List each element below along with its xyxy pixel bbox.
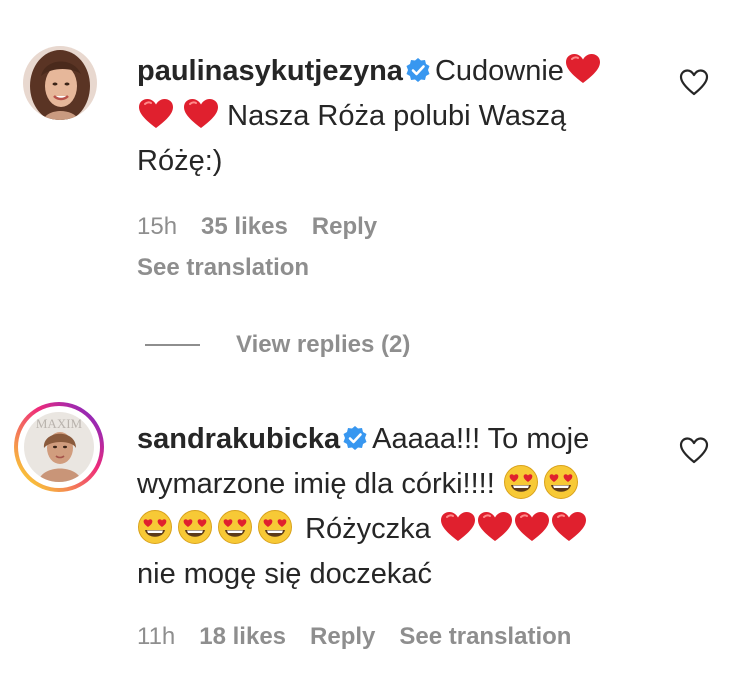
comment-body-part: Różyczka bbox=[305, 513, 431, 545]
avatar: MAXIM bbox=[24, 412, 94, 482]
reply-button[interactable]: Reply bbox=[312, 213, 377, 240]
verified-badge-icon bbox=[342, 425, 368, 451]
verified-badge-icon bbox=[405, 57, 431, 83]
comment-text: sandrakubicka Aaaaa!!! To moje wymarzone … bbox=[137, 417, 657, 597]
comment-body-part: Cudownie bbox=[434, 55, 564, 87]
comment-body-part: Nasza Róża polubi Waszą bbox=[227, 100, 567, 132]
comment-username[interactable]: sandrakubicka bbox=[137, 423, 340, 455]
comment-likes-count[interactable]: 35 likes bbox=[201, 213, 288, 240]
avatar-story-ring[interactable]: MAXIM bbox=[14, 402, 104, 492]
red-heart-emoji bbox=[440, 511, 476, 543]
red-heart-emoji bbox=[183, 98, 219, 130]
red-heart-emoji bbox=[514, 511, 550, 543]
comment-timestamp[interactable]: 15h bbox=[137, 213, 177, 240]
red-heart-emoji bbox=[551, 511, 587, 543]
comment-text: paulinasykutjezyna Cudownie Nasza Róża po… bbox=[137, 49, 657, 184]
heart-eyes-emoji bbox=[257, 509, 293, 545]
heart-eyes-emoji bbox=[543, 464, 579, 500]
heart-eyes-emoji bbox=[503, 464, 539, 500]
comment-body-part: wymarzone imię dla córki!!!! bbox=[137, 468, 495, 500]
red-heart-emoji bbox=[138, 98, 174, 130]
heart-eyes-emoji bbox=[137, 509, 173, 545]
like-heart-icon[interactable] bbox=[679, 68, 709, 98]
heart-eyes-emoji bbox=[177, 509, 213, 545]
comment-meta: 11h 18 likes Reply See translation bbox=[137, 623, 595, 651]
see-translation-link[interactable]: See translation bbox=[137, 254, 309, 282]
svg-text:MAXIM: MAXIM bbox=[36, 416, 83, 431]
red-heart-emoji bbox=[565, 53, 601, 85]
view-replies-button[interactable]: View replies (2) bbox=[236, 331, 410, 359]
avatar[interactable] bbox=[23, 46, 97, 120]
comment-username[interactable]: paulinasykutjezyna bbox=[137, 55, 403, 87]
comment-timestamp[interactable]: 11h bbox=[137, 623, 175, 650]
heart-eyes-emoji bbox=[217, 509, 253, 545]
comment-item: MAXIM sandrakubicka Aaaaa!!! To moje wyma… bbox=[0, 380, 732, 675]
see-translation-link[interactable]: See translation bbox=[399, 623, 571, 650]
like-heart-icon[interactable] bbox=[679, 436, 709, 466]
comment-body-part: Różę:) bbox=[137, 145, 223, 177]
comment-item: paulinasykutjezyna Cudownie Nasza Róża po… bbox=[0, 0, 732, 370]
comment-likes-count[interactable]: 18 likes bbox=[199, 623, 286, 650]
reply-button[interactable]: Reply bbox=[310, 623, 375, 650]
comment-meta: 15h 35 likes Reply bbox=[137, 213, 401, 241]
red-heart-emoji bbox=[477, 511, 513, 543]
comment-body-part: nie mogę się doczekać bbox=[137, 558, 432, 590]
comment-body-part: Aaaaa!!! To moje bbox=[372, 423, 590, 455]
replies-divider-line bbox=[145, 344, 200, 346]
